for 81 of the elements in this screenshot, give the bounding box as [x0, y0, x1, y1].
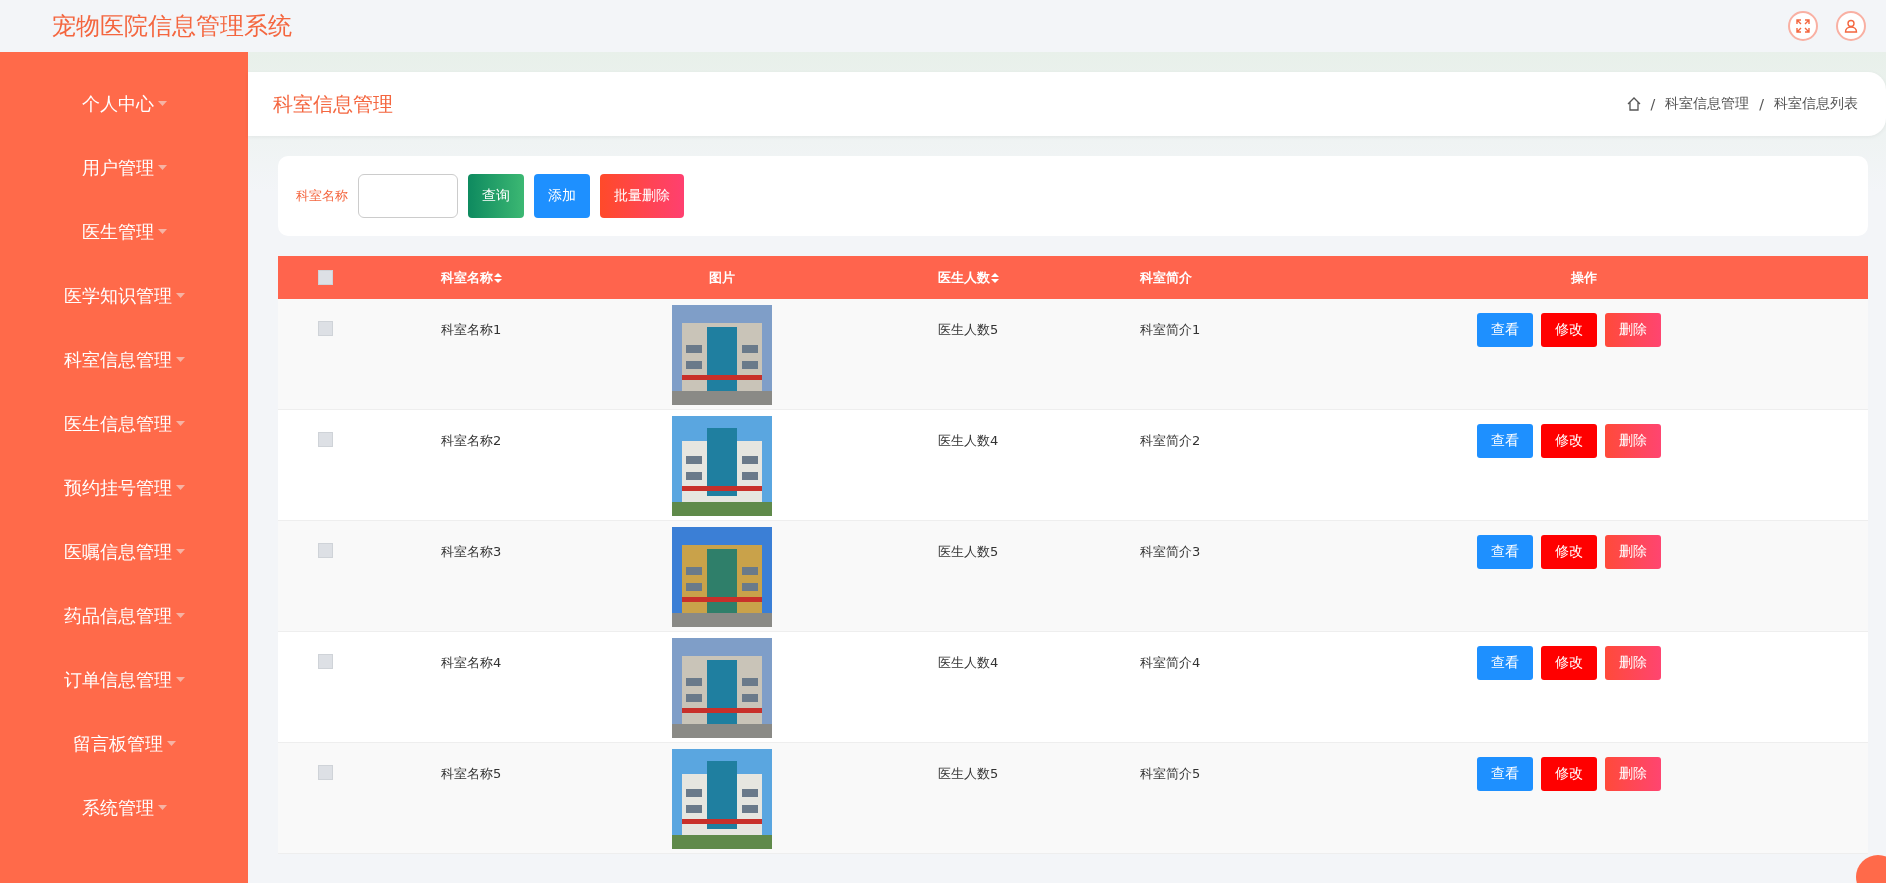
- table-cell-text: 科室名称1: [440, 321, 503, 339]
- breadcrumb-item[interactable]: 科室信息管理: [1665, 95, 1750, 113]
- sidebar-item[interactable]: 系统管理: [0, 776, 248, 840]
- breadcrumb-separator: /: [1759, 96, 1764, 112]
- sidebar-item[interactable]: 订单信息管理: [0, 648, 248, 712]
- sidebar-item[interactable]: 科室信息管理: [0, 328, 248, 392]
- sidebar-item[interactable]: 医生管理: [0, 200, 248, 264]
- delete-button[interactable]: 删除: [1605, 313, 1661, 347]
- sidebar-item[interactable]: 药品信息管理: [0, 584, 248, 648]
- checkbox[interactable]: [317, 654, 333, 669]
- table-cell-text: 科室名称3: [440, 543, 503, 561]
- table-cell-text: 科室名称4: [440, 654, 503, 672]
- checkbox[interactable]: [317, 432, 333, 447]
- sidebar-item[interactable]: 医嘱信息管理: [0, 520, 248, 584]
- column-header[interactable]: 科室名称: [372, 268, 572, 287]
- field-label: 科室名称: [296, 187, 348, 205]
- caret-icon: [166, 741, 176, 747]
- table-cell-text: 科室简介2: [1139, 432, 1202, 450]
- edit-button[interactable]: 修改: [1541, 646, 1597, 680]
- checkbox[interactable]: [317, 270, 333, 285]
- table-cell-text: 医生人数5: [937, 543, 1000, 561]
- table-cell-text: 医生人数5: [937, 765, 1000, 783]
- checkbox[interactable]: [317, 765, 333, 780]
- caret-icon: [175, 549, 185, 555]
- view-button[interactable]: 查看: [1477, 535, 1533, 569]
- view-button[interactable]: 查看: [1477, 313, 1533, 347]
- delete-button[interactable]: 删除: [1605, 535, 1661, 569]
- table-cell-text: 科室名称5: [440, 765, 503, 783]
- caret-icon: [157, 101, 167, 107]
- home-icon[interactable]: [1626, 97, 1641, 111]
- fullscreen-icon[interactable]: [1788, 11, 1818, 41]
- delete-button[interactable]: 删除: [1605, 424, 1661, 458]
- edit-button[interactable]: 修改: [1541, 535, 1597, 569]
- sort-icon[interactable]: [494, 272, 502, 283]
- app-title: 宠物医院信息管理系统: [52, 11, 293, 42]
- caret-icon: [175, 485, 185, 491]
- search-button[interactable]: 查询: [468, 174, 524, 218]
- column-header[interactable]: 医生人数: [872, 268, 1080, 287]
- search-field[interactable]: [358, 174, 458, 218]
- edit-button[interactable]: 修改: [1541, 757, 1597, 791]
- caret-icon: [175, 357, 185, 363]
- breadcrumb-separator: /: [1650, 96, 1656, 112]
- column-header: 图片: [708, 268, 736, 287]
- sidebar-item[interactable]: 留言板管理: [0, 712, 248, 776]
- delete-button[interactable]: 删除: [1605, 757, 1661, 791]
- table-cell-text: 科室简介1: [1139, 321, 1202, 339]
- view-button[interactable]: 查看: [1477, 757, 1533, 791]
- table-cell-text: 科室名称2: [440, 432, 503, 450]
- caret-icon: [175, 613, 185, 619]
- table-cell-text: 医生人数5: [937, 321, 1000, 339]
- table-cell-text: 医生人数4: [937, 432, 1000, 450]
- view-button[interactable]: 查看: [1477, 424, 1533, 458]
- user-icon[interactable]: [1836, 11, 1866, 41]
- table-cell-text: 科室简介4: [1139, 654, 1202, 672]
- table-cell-text: 科室简介3: [1139, 543, 1202, 561]
- add-button[interactable]: 添加: [534, 174, 590, 218]
- checkbox[interactable]: [317, 321, 333, 336]
- delete-button[interactable]: 删除: [1605, 646, 1661, 680]
- sort-icon[interactable]: [991, 272, 999, 283]
- table-cell-text: 医生人数4: [937, 654, 1000, 672]
- caret-icon: [157, 805, 167, 811]
- caret-icon: [157, 229, 167, 235]
- edit-button[interactable]: 修改: [1541, 424, 1597, 458]
- sidebar-item[interactable]: 预约挂号管理: [0, 456, 248, 520]
- page-title: 科室信息管理: [273, 90, 394, 118]
- view-button[interactable]: 查看: [1477, 646, 1533, 680]
- sidebar-item[interactable]: 用户管理: [0, 136, 248, 200]
- sidebar-item[interactable]: 医学知识管理: [0, 264, 248, 328]
- checkbox[interactable]: [317, 543, 333, 558]
- delete-button[interactable]: 批量删除: [600, 174, 684, 218]
- table-cell-text: 科室简介5: [1139, 765, 1202, 783]
- caret-icon: [157, 165, 167, 171]
- caret-icon: [175, 677, 185, 683]
- sidebar-item[interactable]: 个人中心: [0, 72, 248, 136]
- column-header: 操作: [1570, 268, 1598, 287]
- sidebar-item[interactable]: 医生信息管理: [0, 392, 248, 456]
- breadcrumb-item[interactable]: 科室信息列表: [1774, 95, 1858, 113]
- caret-icon: [175, 293, 185, 299]
- caret-icon: [175, 421, 185, 427]
- column-header: 科室简介: [1139, 268, 1193, 287]
- edit-button[interactable]: 修改: [1541, 313, 1597, 347]
